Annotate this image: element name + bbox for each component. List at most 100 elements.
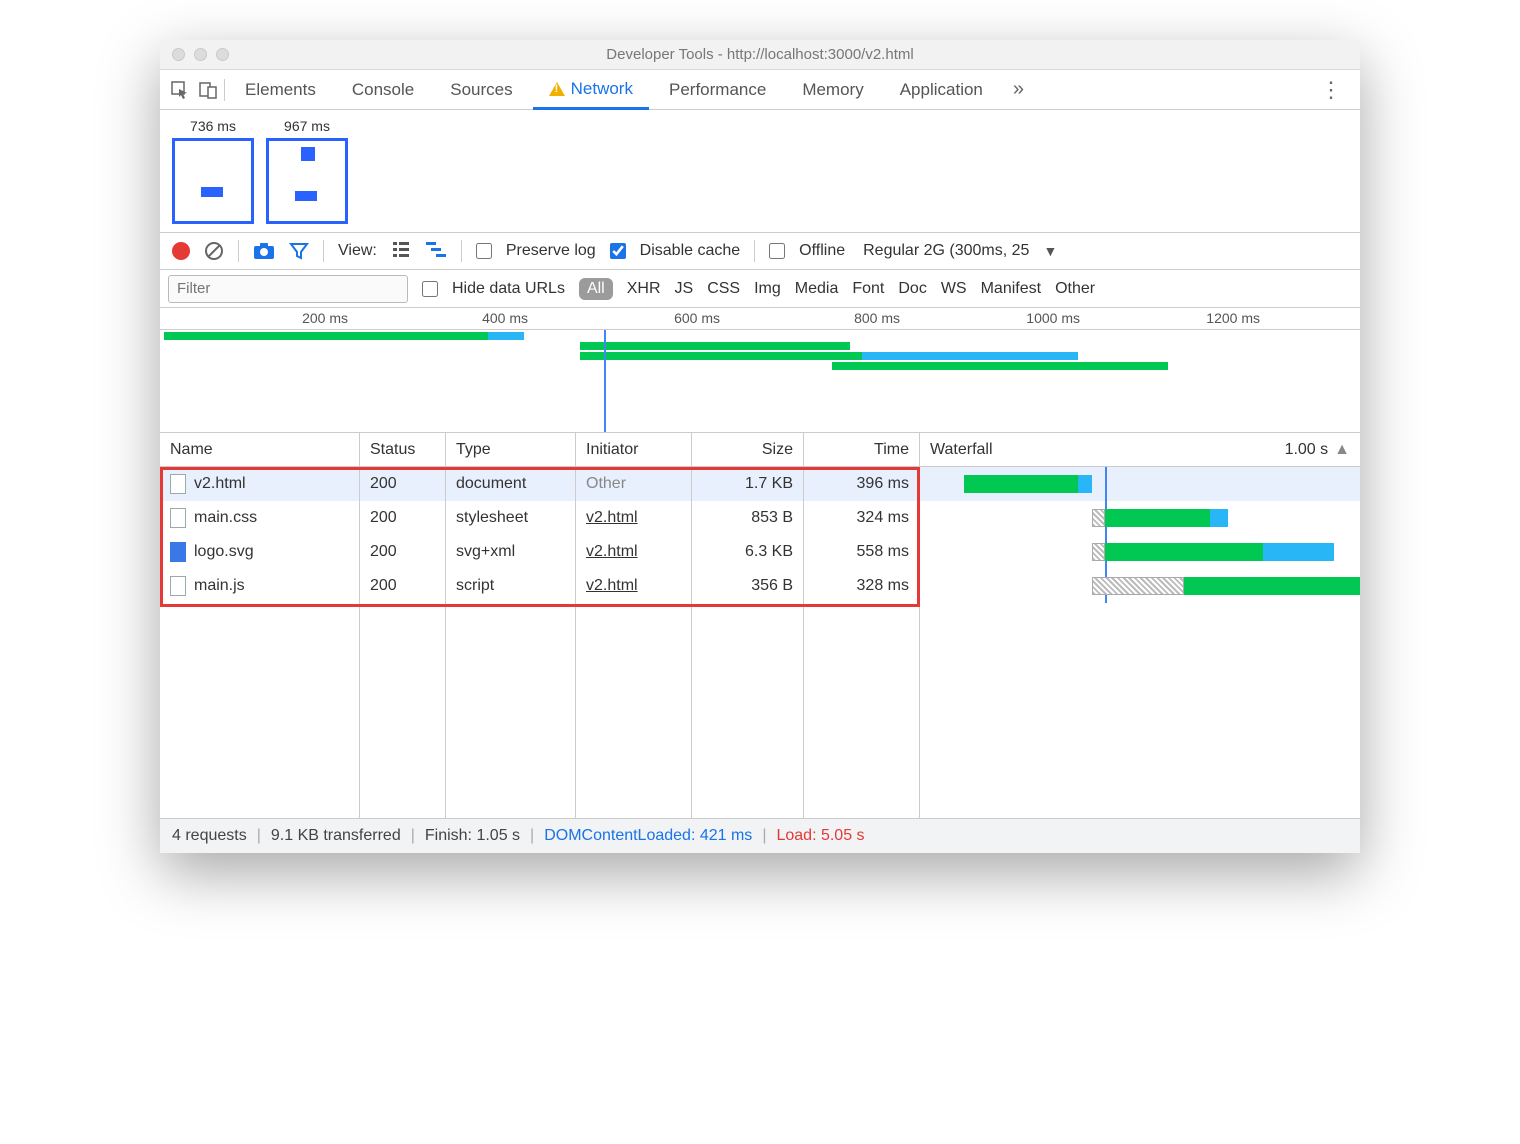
table-row[interactable]: main.js200scriptv2.html356 B328 ms — [160, 569, 1360, 603]
overview-lanes — [160, 330, 1360, 432]
tab-network-label: Network — [571, 79, 633, 99]
th-waterfall-label: Waterfall — [930, 441, 993, 459]
preserve-log-checkbox[interactable] — [476, 243, 492, 259]
tick: 800 ms — [854, 310, 904, 326]
th-size[interactable]: Size — [692, 433, 804, 466]
request-waterfall — [920, 467, 1360, 501]
titlebar: Developer Tools - http://localhost:3000/… — [160, 40, 1360, 70]
filter-type-font[interactable]: Font — [852, 280, 884, 298]
tab-elements[interactable]: Elements — [229, 70, 332, 110]
table-row[interactable]: v2.html200documentOther1.7 KB396 ms — [160, 467, 1360, 501]
overview-ticks: 200 ms 400 ms 600 ms 800 ms 1000 ms 1200… — [160, 308, 1360, 330]
request-type: svg+xml — [446, 535, 576, 569]
hide-data-urls-label: Hide data URLs — [452, 280, 565, 298]
filmstrip-frame-0[interactable]: 736 ms — [172, 118, 254, 224]
table-row[interactable]: main.css200stylesheetv2.html853 B324 ms — [160, 501, 1360, 535]
device-toolbar-icon[interactable] — [196, 78, 220, 102]
request-size: 6.3 KB — [692, 535, 804, 569]
filter-type-doc[interactable]: Doc — [898, 280, 926, 298]
inspect-element-icon[interactable] — [168, 78, 192, 102]
th-type[interactable]: Type — [446, 433, 576, 466]
table-row[interactable]: logo.svg200svg+xmlv2.html6.3 KB558 ms — [160, 535, 1360, 569]
offline-label: Offline — [799, 242, 845, 260]
more-menu-icon[interactable]: ⋮ — [1310, 77, 1352, 103]
waterfall-scale: 1.00 s — [1285, 441, 1329, 459]
tab-memory[interactable]: Memory — [786, 70, 879, 110]
tick: 400 ms — [482, 310, 532, 326]
view-list-icon[interactable] — [391, 240, 411, 263]
request-time: 558 ms — [804, 535, 920, 569]
tab-performance[interactable]: Performance — [653, 70, 782, 110]
tab-network[interactable]: Network — [533, 70, 649, 110]
frame-time: 736 ms — [190, 118, 236, 134]
th-status[interactable]: Status — [360, 433, 446, 466]
filmstrip: 736 ms 967 ms — [160, 110, 1360, 232]
tick: 1000 ms — [1026, 310, 1084, 326]
divider — [224, 79, 225, 101]
filter-type-js[interactable]: JS — [675, 280, 694, 298]
filter-type-all[interactable]: All — [579, 278, 613, 300]
request-status: 200 — [360, 467, 446, 501]
request-size: 1.7 KB — [692, 467, 804, 501]
th-name[interactable]: Name — [160, 433, 360, 466]
divider — [238, 240, 239, 262]
filter-type-xhr[interactable]: XHR — [627, 280, 661, 298]
filter-input[interactable] — [168, 275, 408, 303]
status-finish: Finish: 1.05 s — [425, 827, 520, 845]
network-toolbar: View: Preserve log Disable cache Offline… — [160, 232, 1360, 270]
request-size: 853 B — [692, 501, 804, 535]
request-waterfall — [920, 535, 1360, 569]
chevron-down-icon[interactable]: ▼ — [1043, 243, 1057, 259]
filter-type-css[interactable]: CSS — [707, 280, 740, 298]
disable-cache-label: Disable cache — [640, 242, 741, 260]
view-label: View: — [338, 242, 377, 260]
request-status: 200 — [360, 501, 446, 535]
request-name: main.js — [194, 577, 245, 595]
hide-data-urls-checkbox[interactable] — [422, 281, 438, 297]
filter-type-other[interactable]: Other — [1055, 280, 1095, 298]
file-icon — [170, 508, 186, 528]
frame-time: 967 ms — [284, 118, 330, 134]
request-table: Name Status Type Initiator Size Time Wat… — [160, 433, 1360, 819]
filmstrip-frame-1[interactable]: 967 ms — [266, 118, 348, 224]
request-initiator: Other — [586, 475, 626, 493]
filter-bar: Hide data URLs All XHR JS CSS Img Media … — [160, 270, 1360, 308]
throttle-selector[interactable]: Regular 2G (300ms, 25 — [863, 242, 1029, 260]
tab-application[interactable]: Application — [884, 70, 999, 110]
th-initiator[interactable]: Initiator — [576, 433, 692, 466]
request-type: script — [446, 569, 576, 603]
screenshots-toggle[interactable] — [253, 242, 275, 260]
filter-type-img[interactable]: Img — [754, 280, 781, 298]
frame-thumb — [266, 138, 348, 224]
view-waterfall-icon[interactable] — [425, 240, 447, 263]
filter-type-manifest[interactable]: Manifest — [981, 280, 1041, 298]
file-icon — [170, 542, 186, 562]
filter-type-media[interactable]: Media — [795, 280, 839, 298]
request-time: 328 ms — [804, 569, 920, 603]
request-size: 356 B — [692, 569, 804, 603]
th-waterfall[interactable]: Waterfall 1.00 s ▲ — [920, 433, 1360, 466]
status-bar: 4 requests | 9.1 KB transferred | Finish… — [160, 819, 1360, 853]
overview-timeline[interactable]: 200 ms 400 ms 600 ms 800 ms 1000 ms 1200… — [160, 308, 1360, 433]
record-button[interactable] — [172, 242, 190, 260]
tabs-overflow[interactable]: » — [1003, 78, 1034, 101]
th-time[interactable]: Time — [804, 433, 920, 466]
request-initiator[interactable]: v2.html — [586, 509, 638, 527]
filter-toggle[interactable] — [289, 241, 309, 261]
offline-checkbox[interactable] — [769, 243, 785, 259]
table-body: v2.html200documentOther1.7 KB396 msmain.… — [160, 467, 1360, 603]
sort-up-icon: ▲ — [1334, 441, 1350, 459]
status-domcontentloaded: DOMContentLoaded: 421 ms — [544, 827, 752, 845]
clear-button[interactable] — [204, 241, 224, 261]
tab-console[interactable]: Console — [336, 70, 430, 110]
request-initiator[interactable]: v2.html — [586, 543, 638, 561]
divider — [461, 240, 462, 262]
filter-type-ws[interactable]: WS — [941, 280, 967, 298]
request-name: main.css — [194, 509, 257, 527]
disable-cache-checkbox[interactable] — [610, 243, 626, 259]
tab-sources[interactable]: Sources — [434, 70, 528, 110]
request-time: 324 ms — [804, 501, 920, 535]
request-initiator[interactable]: v2.html — [586, 577, 638, 595]
tick: 600 ms — [674, 310, 724, 326]
divider — [323, 240, 324, 262]
